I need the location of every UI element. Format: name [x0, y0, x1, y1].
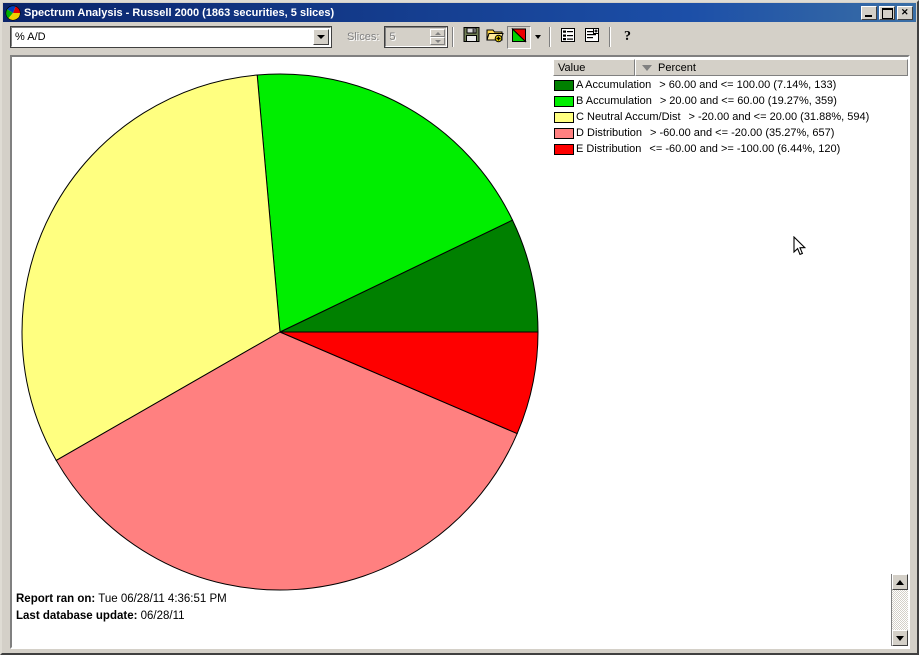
add-report-button[interactable]: [580, 25, 605, 49]
db-update-line: Last database update: 06/28/11: [16, 608, 227, 625]
pie-chart-view-button[interactable]: [507, 25, 532, 49]
title-bar[interactable]: Spectrum Analysis - Russell 2000 (1863 s…: [3, 3, 916, 22]
spectrum-analysis-window: Spectrum Analysis - Russell 2000 (1863 s…: [0, 0, 919, 655]
report-ran-value: Tue 06/28/11 4:36:51 PM: [98, 593, 227, 605]
question-mark-icon: ?: [621, 27, 635, 48]
legend-column-value-label: Value: [558, 61, 586, 74]
close-button[interactable]: [897, 5, 913, 20]
legend-row-description: <= -60.00 and >= -100.00 (6.44%, 120): [649, 143, 841, 155]
report-footer: Report ran on: Tue 06/28/11 4:36:51 PM L…: [16, 591, 227, 625]
vertical-scrollbar[interactable]: [891, 574, 908, 646]
toolbar-separator: [609, 27, 612, 47]
svg-text:?: ?: [624, 29, 631, 43]
pie-chart: [12, 57, 572, 647]
legend-row-name: D Distribution: [576, 127, 643, 139]
toolbar-separator: [452, 27, 455, 47]
legend-row-name: B Accumulation: [576, 95, 652, 107]
scrollbar-track[interactable]: [892, 590, 908, 630]
list-report-icon: [560, 27, 576, 48]
chart-legend: Value Percent A Accumulation > 60.00 and …: [553, 59, 908, 157]
pie-chart-icon: [510, 26, 528, 48]
legend-row[interactable]: D Distribution > -60.00 and <= -20.00 (35…: [553, 125, 908, 141]
legend-row-description: > 20.00 and <= 60.00 (19.27%, 359): [659, 95, 837, 107]
slices-stepper[interactable]: 5: [384, 26, 449, 48]
report-ran-label: Report ran on:: [16, 593, 96, 605]
slices-decrement-button[interactable]: [430, 37, 446, 45]
metric-combobox-value: % A/D: [15, 31, 46, 43]
report-ran-line: Report ran on: Tue 06/28/11 4:36:51 PM: [16, 591, 227, 608]
help-button[interactable]: ?: [616, 25, 641, 49]
legend-column-value[interactable]: Value: [553, 59, 635, 76]
legend-row-name: A Accumulation: [576, 79, 652, 91]
chevron-down-icon[interactable]: [313, 29, 329, 45]
scroll-up-button[interactable]: [892, 574, 908, 590]
legend-column-percent[interactable]: Percent: [635, 59, 908, 76]
slices-spin-buttons[interactable]: [430, 29, 446, 45]
toolbar-separator: [549, 27, 552, 47]
open-button[interactable]: [483, 25, 508, 49]
legend-row-list: A Accumulation > 60.00 and <= 100.00 (7.1…: [553, 76, 908, 157]
chart-type-dropdown-button[interactable]: [531, 25, 545, 49]
toolbar: % A/D Slices: 5 ?: [3, 23, 916, 51]
legend-row[interactable]: E Distribution <= -60.00 and >= -100.00 (…: [553, 141, 908, 157]
legend-color-swatch: [554, 79, 574, 91]
window-title: Spectrum Analysis - Russell 2000 (1863 s…: [24, 6, 335, 19]
sort-descending-icon: [642, 64, 652, 71]
legend-color-swatch: [554, 111, 574, 123]
app-pie-chart-icon: [5, 5, 21, 21]
legend-column-percent-label: Percent: [658, 61, 696, 74]
legend-row-name: E Distribution: [576, 143, 642, 155]
report-client-area: Value Percent A Accumulation > 60.00 and …: [10, 55, 910, 649]
legend-row-description: > -60.00 and <= -20.00 (35.27%, 657): [650, 127, 835, 139]
db-update-label: Last database update:: [16, 610, 138, 622]
list-add-icon: [584, 27, 600, 48]
db-update-value: 06/28/11: [140, 610, 185, 622]
slices-value: 5: [389, 31, 396, 43]
slices-increment-button[interactable]: [430, 29, 446, 37]
chevron-down-icon: [534, 35, 541, 39]
window-controls: [861, 5, 913, 20]
slices-label: Slices:: [347, 31, 380, 43]
legend-row[interactable]: A Accumulation > 60.00 and <= 100.00 (7.1…: [553, 77, 908, 93]
legend-row-description: > -20.00 and <= 20.00 (31.88%, 594): [688, 111, 870, 123]
report-list-button[interactable]: [556, 25, 581, 49]
legend-color-swatch: [554, 127, 574, 139]
metric-combobox[interactable]: % A/D: [10, 26, 332, 48]
scroll-down-button[interactable]: [892, 630, 908, 646]
legend-color-swatch: [554, 95, 574, 107]
legend-row[interactable]: C Neutral Accum/Dist > -20.00 and <= 20.0…: [553, 109, 908, 125]
save-button[interactable]: [459, 25, 484, 49]
floppy-disk-icon: [463, 26, 480, 48]
legend-color-swatch: [554, 143, 574, 155]
minimize-button[interactable]: [861, 5, 877, 20]
maximize-button[interactable]: [879, 5, 895, 20]
legend-header-row: Value Percent: [553, 59, 908, 76]
legend-row[interactable]: B Accumulation > 20.00 and <= 60.00 (19.2…: [553, 93, 908, 109]
legend-row-description: > 60.00 and <= 100.00 (7.14%, 133): [659, 79, 837, 91]
open-folder-add-icon: [486, 26, 505, 48]
legend-row-name: C Neutral Accum/Dist: [576, 111, 681, 123]
